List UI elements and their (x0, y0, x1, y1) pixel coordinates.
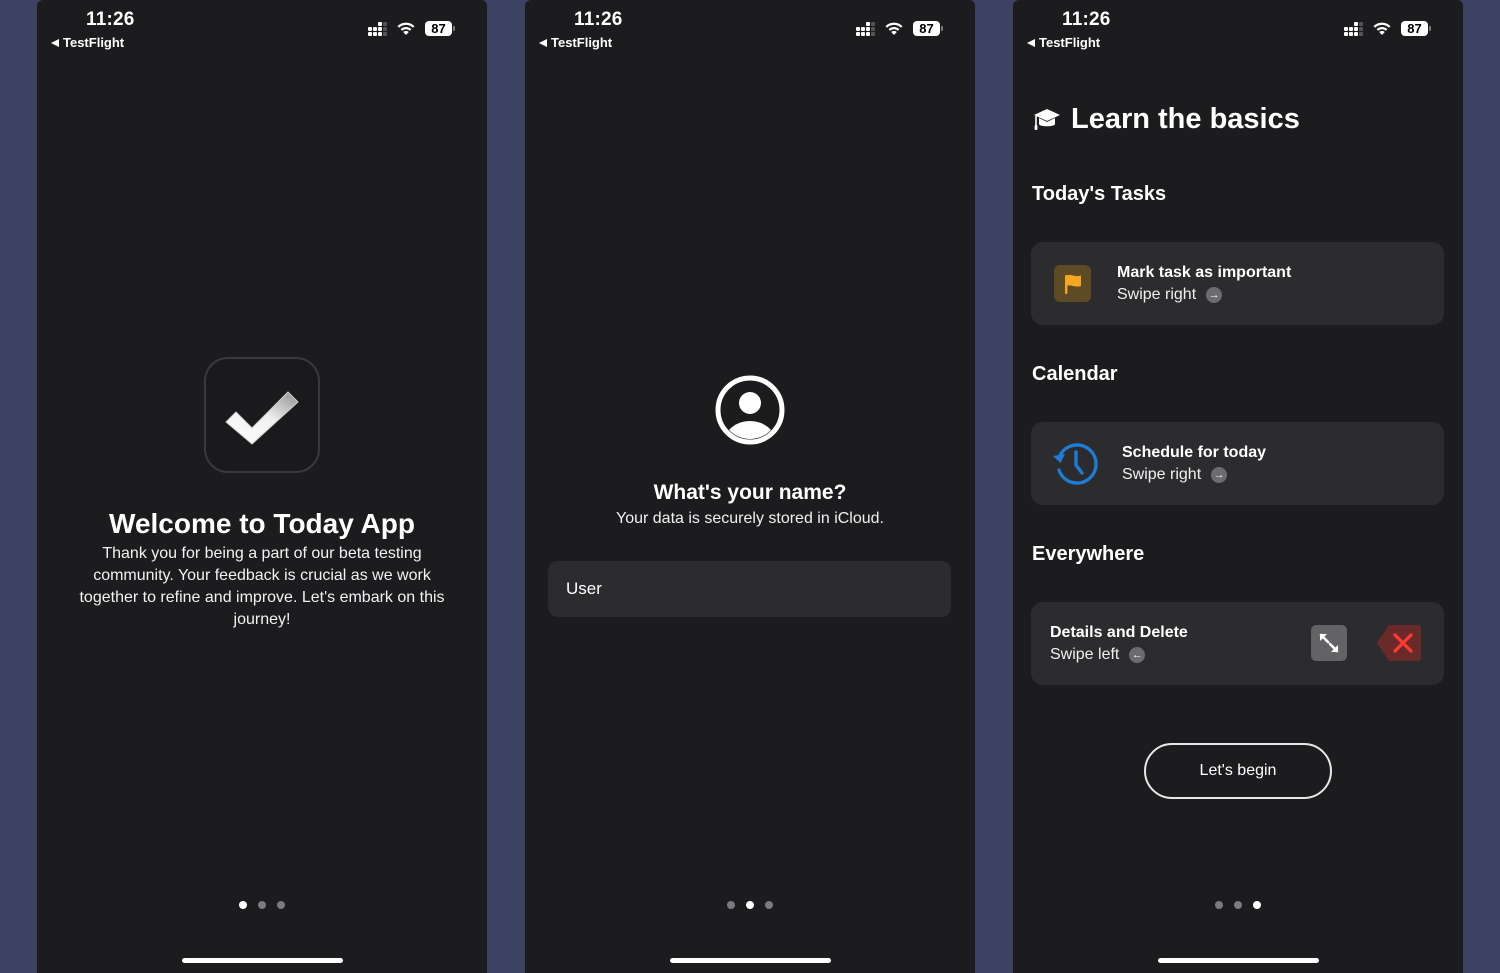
page-title: Learn the basics (1071, 103, 1300, 135)
back-label: TestFlight (63, 35, 125, 50)
page-dot-3[interactable] (277, 901, 285, 909)
wifi-icon (1373, 22, 1391, 35)
welcome-title: Welcome to Today App (109, 508, 415, 539)
cellular-signal-icon (368, 21, 387, 36)
card-gesture: Swipe right → (1117, 286, 1223, 304)
name-input[interactable] (548, 561, 951, 617)
status-indicators: 87 (856, 21, 943, 36)
tip-card-schedule-today: Schedule for today Swipe right → (1031, 422, 1444, 505)
learn-basics-screen: 11:26 TestFlight 87 Learn the basics Tod… (1013, 0, 1463, 973)
back-triangle-icon (51, 38, 59, 47)
graduation-cap-icon (1034, 108, 1060, 130)
card-title: Mark task as important (1117, 264, 1292, 281)
cellular-signal-icon (856, 21, 875, 36)
page-dot-3[interactable] (765, 901, 773, 909)
tip-card-mark-important: Mark task as important Swipe right → (1031, 242, 1444, 325)
back-triangle-icon (539, 38, 547, 47)
name-question: What's your name? (653, 481, 847, 504)
app-icon (204, 357, 320, 473)
page-dot-2[interactable] (258, 901, 266, 909)
home-indicator[interactable] (1158, 958, 1319, 963)
status-indicators: 87 (1344, 21, 1431, 36)
page-indicator[interactable] (1013, 901, 1463, 909)
wifi-icon (885, 22, 903, 35)
cellular-signal-icon (1344, 21, 1363, 36)
arrow-right-circle-icon: → (1206, 287, 1223, 303)
back-label: TestFlight (1039, 35, 1101, 50)
card-title: Details and Delete (1050, 624, 1188, 641)
card-gesture: Swipe right → (1122, 466, 1228, 484)
back-label: TestFlight (551, 35, 613, 50)
page-dot-1[interactable] (1215, 901, 1223, 909)
status-indicators: 87 (368, 21, 455, 36)
page-indicator[interactable] (525, 901, 975, 909)
battery-icon: 87 (1401, 21, 1431, 36)
gesture-label: Swipe right (1122, 466, 1202, 483)
status-time: 11:26 (1062, 9, 1111, 30)
back-to-testflight-link[interactable]: TestFlight (1027, 35, 1100, 50)
welcome-screen: 11:26 TestFlight 87 Welcome to Today App… (37, 0, 487, 973)
back-triangle-icon (1027, 38, 1035, 47)
battery-level: 87 (425, 21, 452, 36)
page-dot-1[interactable] (727, 901, 735, 909)
status-time: 11:26 (574, 9, 623, 30)
icloud-note: Your data is securely stored in iCloud. (616, 510, 884, 527)
learn-header: Learn the basics (1033, 103, 1300, 136)
name-screen: 11:26 TestFlight 87 What's your name? Yo… (525, 0, 975, 973)
arrow-left-circle-icon: ← (1129, 647, 1146, 663)
welcome-body: Thank you for being a part of our beta t… (79, 545, 445, 628)
battery-level: 87 (1401, 21, 1428, 36)
clock-history-icon (1053, 443, 1098, 485)
battery-icon: 87 (425, 21, 455, 36)
status-time: 11:26 (86, 9, 135, 30)
gesture-label: Swipe left (1050, 646, 1120, 663)
card-title: Schedule for today (1122, 444, 1267, 461)
section-title-everywhere: Everywhere (1032, 543, 1145, 565)
tip-card-details-delete: Details and Delete Swipe left ← (1031, 602, 1444, 685)
back-to-testflight-link[interactable]: TestFlight (539, 35, 612, 50)
section-title-todays-tasks: Today's Tasks (1032, 183, 1167, 205)
home-indicator[interactable] (182, 958, 343, 963)
person-circle-icon (715, 375, 785, 445)
lets-begin-button[interactable]: Let's begin (1144, 743, 1332, 799)
page-indicator[interactable] (37, 901, 487, 909)
home-indicator[interactable] (670, 958, 831, 963)
card-gesture: Swipe left ← (1050, 646, 1146, 664)
delete-x-icon (1377, 625, 1421, 661)
section-title-calendar: Calendar (1032, 363, 1118, 385)
battery-icon: 87 (913, 21, 943, 36)
page-dot-2[interactable] (1234, 901, 1242, 909)
back-to-testflight-link[interactable]: TestFlight (51, 35, 124, 50)
arrow-right-circle-icon: → (1211, 467, 1228, 483)
page-dot-1[interactable] (239, 901, 247, 909)
gesture-label: Swipe right (1117, 286, 1197, 303)
page-dot-3[interactable] (1253, 901, 1261, 909)
wifi-icon (397, 22, 415, 35)
flag-icon-box (1054, 265, 1091, 302)
details-action (1311, 625, 1347, 661)
battery-level: 87 (913, 21, 940, 36)
checkmark-icon (225, 391, 299, 445)
page-dot-2[interactable] (746, 901, 754, 909)
expand-arrows-icon (1319, 633, 1339, 653)
flag-icon (1064, 274, 1081, 294)
